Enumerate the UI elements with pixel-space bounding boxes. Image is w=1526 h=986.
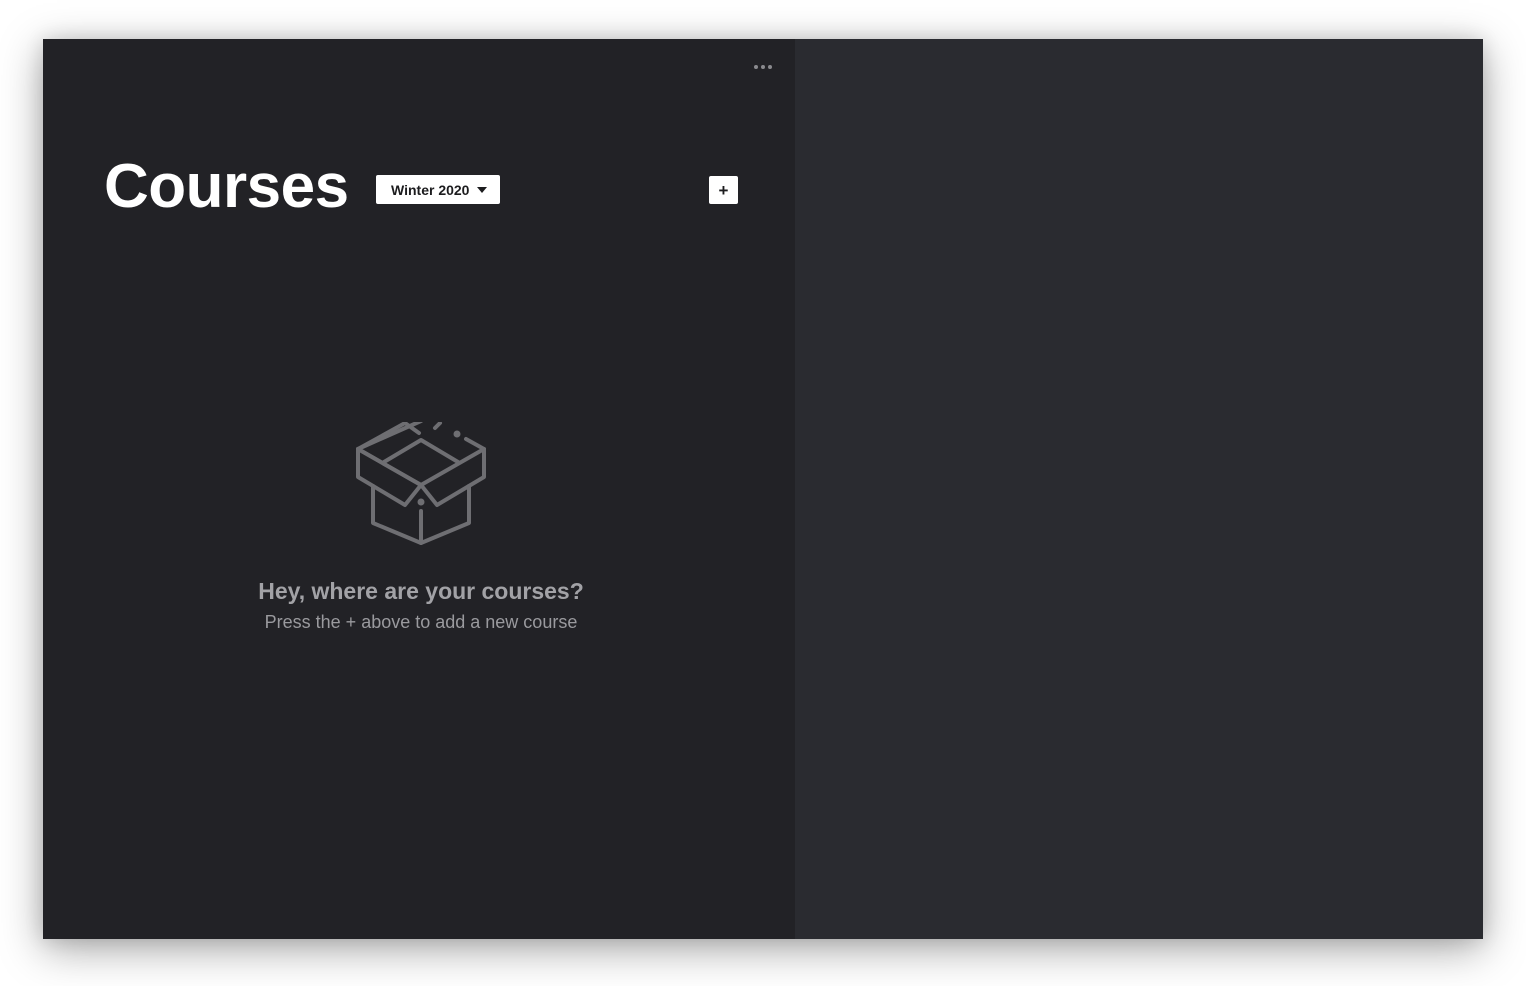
empty-state: Hey, where are your courses? Press the +…: [43, 422, 799, 633]
app-window: Courses Winter 2020 + Hey, where are you…: [43, 39, 1483, 939]
courses-pane: Courses Winter 2020 + Hey, where are you…: [43, 39, 795, 939]
add-course-button[interactable]: +: [709, 176, 738, 204]
caret-down-icon: [477, 186, 488, 193]
detail-pane: [795, 39, 1483, 939]
page-title: Courses: [104, 152, 349, 221]
more-dot-icon: [754, 65, 758, 69]
open-box-icon: [356, 422, 486, 545]
more-options-button[interactable]: [749, 57, 777, 77]
empty-state-title: Hey, where are your courses?: [258, 578, 584, 604]
more-dot-icon: [761, 65, 765, 69]
term-dropdown-label: Winter 2020: [391, 181, 470, 198]
empty-state-subtitle: Press the + above to add a new course: [264, 612, 578, 632]
term-dropdown[interactable]: Winter 2020: [376, 175, 500, 204]
plus-icon: +: [718, 180, 729, 200]
more-dot-icon: [768, 65, 772, 69]
